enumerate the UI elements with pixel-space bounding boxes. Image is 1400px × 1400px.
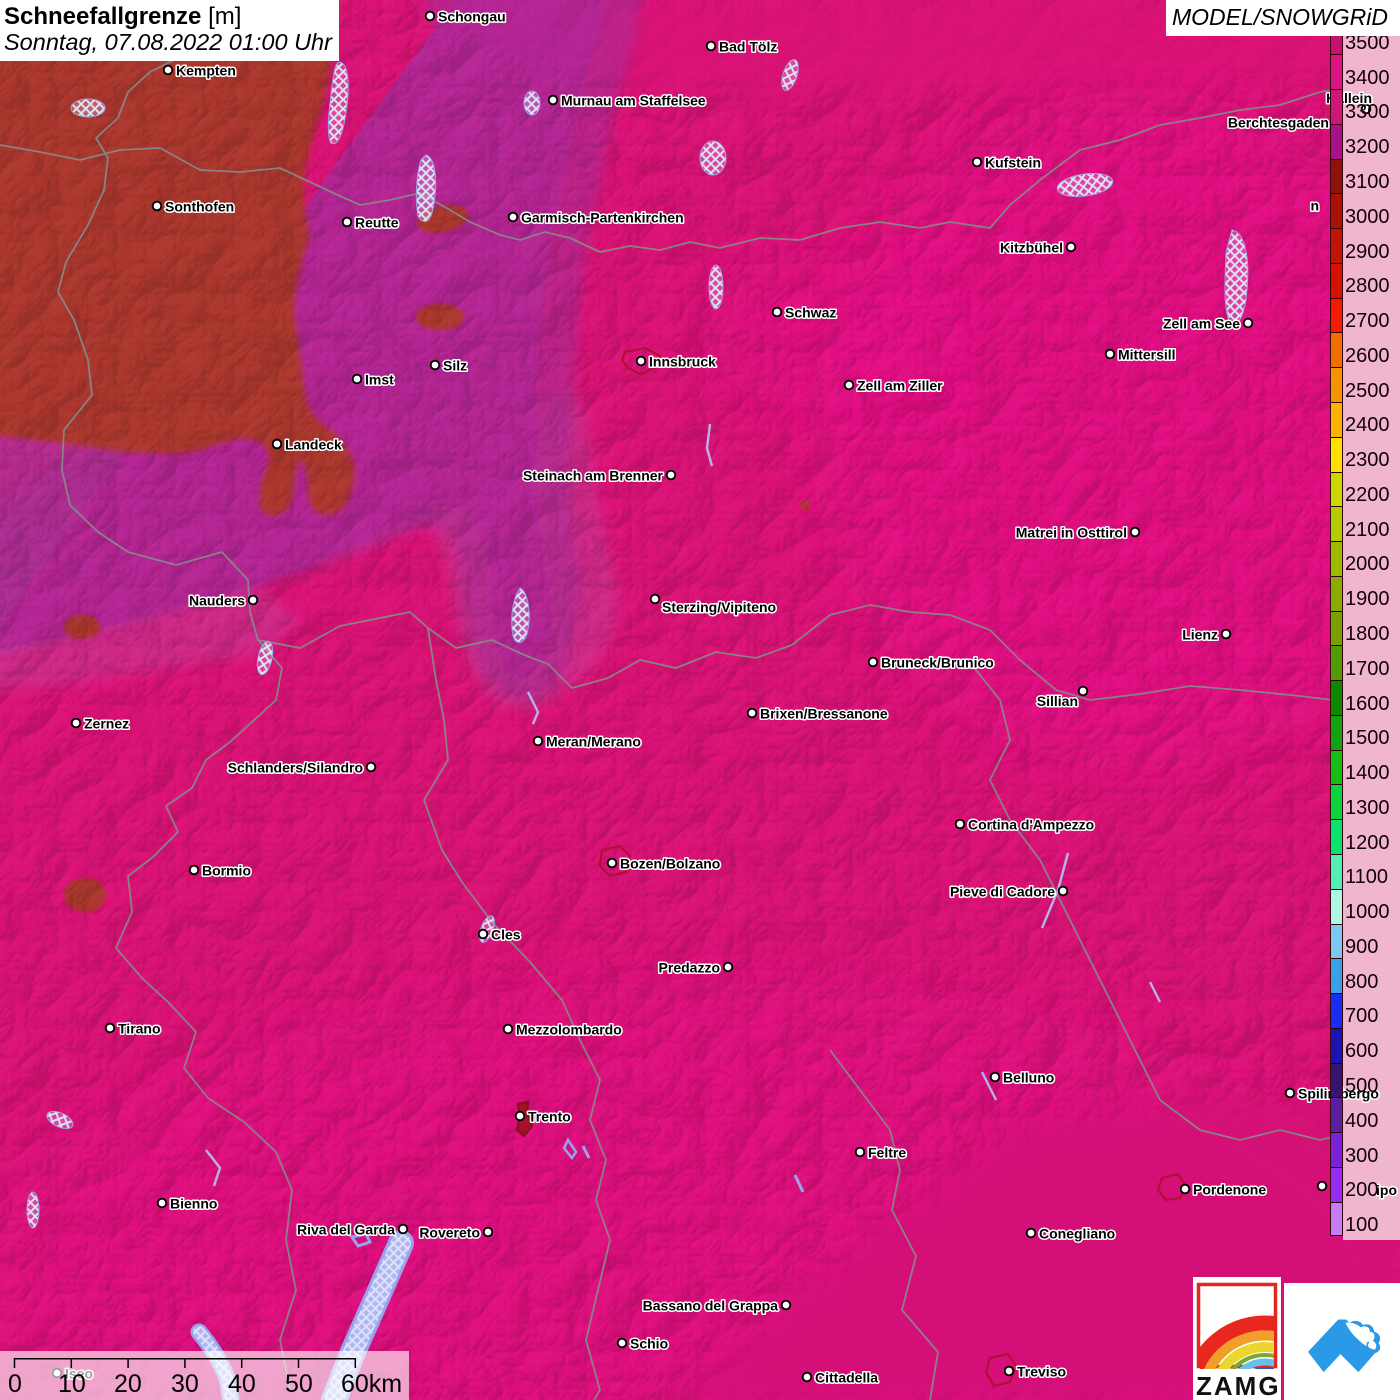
svg-text:Belluno: Belluno bbox=[1003, 1070, 1054, 1086]
svg-text:Mittersill: Mittersill bbox=[1118, 347, 1176, 363]
svg-text:Imst: Imst bbox=[365, 372, 394, 388]
svg-text:Zell am Ziller: Zell am Ziller bbox=[857, 378, 943, 394]
svg-text:Pordenone: Pordenone bbox=[1193, 1182, 1266, 1198]
svg-text:Meran/Merano: Meran/Merano bbox=[546, 734, 641, 750]
svg-text:Silz: Silz bbox=[443, 358, 467, 374]
svg-text:ZAMG: ZAMG bbox=[1196, 1371, 1281, 1400]
svg-text:Feltre: Feltre bbox=[868, 1145, 906, 1161]
svg-text:Kitzbühel: Kitzbühel bbox=[1000, 240, 1063, 256]
svg-text:Nauders: Nauders bbox=[189, 593, 245, 609]
svg-text:Lienz: Lienz bbox=[1182, 627, 1218, 643]
svg-text:Sonthofen: Sonthofen bbox=[165, 199, 234, 215]
svg-text:Garmisch-Partenkirchen: Garmisch-Partenkirchen bbox=[521, 210, 684, 226]
svg-text:Pieve di Cadore: Pieve di Cadore bbox=[950, 884, 1055, 900]
svg-text:Sterzing/Vipiteno: Sterzing/Vipiteno bbox=[662, 599, 776, 615]
svg-text:Bienno: Bienno bbox=[170, 1196, 217, 1212]
svg-text:Mezzolombardo: Mezzolombardo bbox=[516, 1022, 622, 1038]
svg-text:Murnau am Staffelsee: Murnau am Staffelsee bbox=[561, 93, 706, 109]
svg-text:Cortina d'Ampezzo: Cortina d'Ampezzo bbox=[968, 817, 1094, 833]
svg-text:Brixen/Bressanone: Brixen/Bressanone bbox=[760, 706, 888, 722]
svg-text:Kempten: Kempten bbox=[176, 63, 236, 79]
svg-text:Schongau: Schongau bbox=[438, 9, 506, 25]
svg-text:Rovereto: Rovereto bbox=[419, 1225, 480, 1241]
svg-text:Cittadella: Cittadella bbox=[815, 1370, 878, 1386]
svg-text:Schio: Schio bbox=[630, 1336, 668, 1352]
svg-text:Sillian: Sillian bbox=[1037, 693, 1078, 709]
svg-text:Zernez: Zernez bbox=[84, 716, 129, 732]
svg-text:Bozen/Bolzano: Bozen/Bolzano bbox=[620, 856, 720, 872]
svg-text:Steinach am Brenner: Steinach am Brenner bbox=[523, 468, 664, 484]
svg-text:Kufstein: Kufstein bbox=[985, 155, 1041, 171]
svg-text:n: n bbox=[1310, 198, 1319, 214]
svg-text:Predazzo: Predazzo bbox=[659, 960, 720, 976]
svg-text:Trento: Trento bbox=[528, 1109, 571, 1125]
svg-text:Matrei in Osttirol: Matrei in Osttirol bbox=[1016, 525, 1127, 541]
svg-text:Treviso: Treviso bbox=[1017, 1364, 1066, 1380]
svg-text:Bruneck/Brunico: Bruneck/Brunico bbox=[881, 655, 994, 671]
svg-text:Innsbruck: Innsbruck bbox=[649, 354, 716, 370]
svg-text:Reutte: Reutte bbox=[355, 215, 399, 231]
svg-text:Cles: Cles bbox=[491, 927, 521, 943]
svg-text:Zell am See: Zell am See bbox=[1163, 316, 1240, 332]
svg-text:Schwaz: Schwaz bbox=[785, 305, 836, 321]
svg-text:Riva del Garda: Riva del Garda bbox=[297, 1222, 395, 1238]
svg-text:Landeck: Landeck bbox=[285, 437, 342, 453]
svg-text:Bassano del Grappa: Bassano del Grappa bbox=[643, 1298, 779, 1314]
svg-text:Tirano: Tirano bbox=[118, 1021, 161, 1037]
svg-text:ipo: ipo bbox=[1376, 1182, 1397, 1198]
svg-text:Conegliano: Conegliano bbox=[1039, 1226, 1115, 1242]
svg-text:Schlanders/Silandro: Schlanders/Silandro bbox=[228, 760, 363, 776]
svg-text:Bad Tölz: Bad Tölz bbox=[719, 39, 777, 55]
svg-text:Bormio: Bormio bbox=[202, 863, 251, 879]
svg-text:Berchtesgaden: Berchtesgaden bbox=[1228, 115, 1329, 131]
